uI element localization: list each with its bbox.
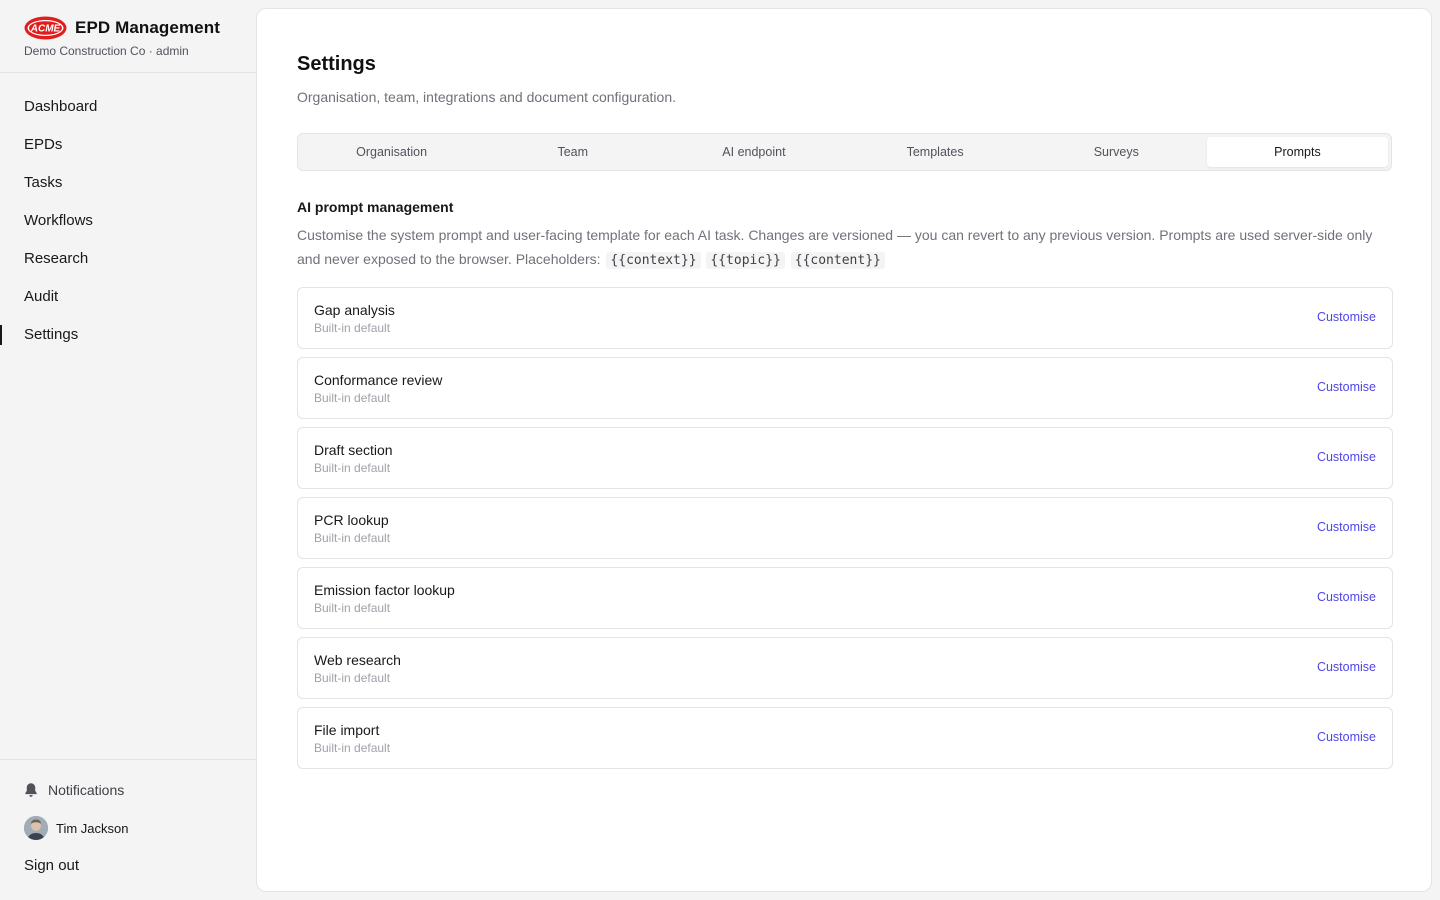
nav-item-research[interactable]: Research — [0, 240, 256, 278]
page-title: Settings — [297, 53, 376, 75]
user-profile[interactable]: Tim Jackson — [24, 816, 128, 840]
customise-button[interactable]: Customise — [1317, 380, 1376, 394]
prompt-name: Conformance review — [314, 372, 443, 388]
settings-tabs: Organisation Team AI endpoint Templates … — [297, 133, 1392, 171]
customise-button[interactable]: Customise — [1317, 660, 1376, 674]
tab-organisation[interactable]: Organisation — [301, 137, 482, 167]
prompt-status: Built-in default — [314, 461, 391, 475]
prompt-status: Built-in default — [314, 601, 391, 615]
prompt-item-draft-section: Draft section Built-in default Customise — [297, 427, 1393, 489]
section-description: Customise the system prompt and user-fac… — [297, 223, 1397, 273]
main-nav: Dashboard EPDs Tasks Workflows Research … — [0, 88, 256, 354]
prompt-item-web-research: Web research Built-in default Customise — [297, 637, 1393, 699]
prompt-name: Draft section — [314, 442, 393, 458]
placeholder-topic: {{topic}} — [706, 252, 785, 269]
prompt-name: Emission factor lookup — [314, 582, 455, 598]
prompt-name: PCR lookup — [314, 512, 389, 528]
notifications-button[interactable]: Notifications — [24, 782, 124, 798]
notifications-label: Notifications — [48, 782, 125, 798]
nav-item-audit[interactable]: Audit — [0, 278, 256, 316]
prompt-status: Built-in default — [314, 741, 391, 755]
prompt-name: Web research — [314, 652, 401, 668]
prompt-item-pcr-lookup: PCR lookup Built-in default Customise — [297, 497, 1393, 559]
nav-item-dashboard[interactable]: Dashboard — [0, 88, 256, 126]
tab-ai-endpoint[interactable]: AI endpoint — [663, 137, 844, 167]
tab-templates[interactable]: Templates — [845, 137, 1026, 167]
customise-button[interactable]: Customise — [1317, 450, 1376, 464]
page-subtitle: Organisation, team, integrations and doc… — [297, 89, 677, 105]
prompt-item-file-import: File import Built-in default Customise — [297, 707, 1393, 769]
tab-prompts[interactable]: Prompts — [1206, 137, 1389, 167]
prompt-item-gap-analysis: Gap analysis Built-in default Customise — [297, 287, 1393, 349]
nav-item-epds[interactable]: EPDs — [0, 126, 256, 164]
sidebar-footer: Notifications Tim Jackson Sign out — [0, 759, 256, 900]
acme-logo[interactable]: ACME — [24, 16, 67, 40]
nav-item-settings[interactable]: Settings — [0, 316, 256, 354]
tab-surveys[interactable]: Surveys — [1026, 137, 1207, 167]
prompt-status: Built-in default — [314, 321, 391, 335]
settings-panel: Settings Organisation, team, integration… — [256, 8, 1432, 892]
app-title: EPD Management — [75, 18, 220, 37]
placeholder-context: {{context}} — [606, 252, 701, 269]
brand-header: ACME EPD Management Demo Construction Co… — [0, 0, 256, 73]
nav-item-tasks[interactable]: Tasks — [0, 164, 256, 202]
bell-icon — [25, 783, 37, 797]
prompt-status: Built-in default — [314, 391, 391, 405]
placeholder-content: {{content}} — [790, 252, 885, 269]
sign-out-link[interactable]: Sign out — [24, 857, 79, 874]
customise-button[interactable]: Customise — [1317, 590, 1376, 604]
section-title: AI prompt management — [297, 199, 454, 215]
prompt-status: Built-in default — [314, 531, 391, 545]
logo-text: ACME — [30, 24, 61, 35]
prompt-name: File import — [314, 722, 380, 738]
user-name: Tim Jackson — [56, 820, 129, 836]
customise-button[interactable]: Customise — [1317, 730, 1376, 744]
prompt-item-emission-factor-lookup: Emission factor lookup Built-in default … — [297, 567, 1393, 629]
sidebar: ACME EPD Management Demo Construction Co… — [0, 0, 256, 900]
prompt-list: Gap analysis Built-in default Customise … — [297, 287, 1393, 777]
customise-button[interactable]: Customise — [1317, 310, 1376, 324]
prompt-name: Gap analysis — [314, 302, 395, 318]
customise-button[interactable]: Customise — [1317, 520, 1376, 534]
prompt-item-conformance-review: Conformance review Built-in default Cust… — [297, 357, 1393, 419]
tab-team[interactable]: Team — [482, 137, 663, 167]
org-subtitle: Demo Construction Co · admin — [24, 44, 189, 58]
nav-item-workflows[interactable]: Workflows — [0, 202, 256, 240]
avatar — [24, 816, 48, 840]
prompt-status: Built-in default — [314, 671, 391, 685]
